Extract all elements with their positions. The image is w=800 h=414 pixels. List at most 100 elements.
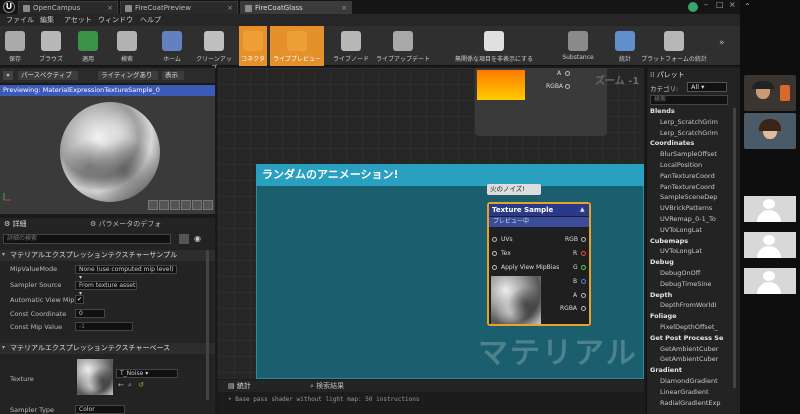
plane-preview-icon[interactable]	[170, 200, 180, 210]
output-pin-rgba[interactable]	[565, 84, 570, 89]
show-button[interactable]: 表示	[162, 71, 184, 80]
palette-item[interactable]: UVRemap_0-1_To	[660, 215, 740, 223]
palette-item[interactable]: LocalPosition	[660, 161, 740, 169]
tab-details[interactable]: ⚙ 詳細	[4, 219, 27, 229]
close-icon[interactable]: ×	[107, 2, 113, 14]
palette-category[interactable]: Depth	[650, 291, 672, 299]
const-mip-value-field[interactable]: -1	[75, 322, 133, 331]
home-button[interactable]: ホーム	[158, 26, 186, 66]
palette-item[interactable]: UVToLongLat	[660, 226, 740, 234]
hide-unrelated-button[interactable]: 無関係な項目を非表示にする	[438, 26, 550, 66]
mip-value-mode-select[interactable]: None (use computed mip level) ▾	[75, 265, 177, 281]
palette-item[interactable]: BlurSampleOffset	[660, 150, 740, 158]
palette-item[interactable]: UVToLongLat	[660, 247, 740, 255]
palette-category[interactable]: Coordinates	[650, 139, 694, 147]
menu-file[interactable]: ファイル	[6, 15, 34, 25]
viewport-options-icon[interactable]: ▾	[3, 71, 13, 80]
output-pin-rgba[interactable]	[581, 306, 586, 311]
automatic-view-mip-checkbox[interactable]: ✔	[75, 295, 84, 304]
cleanup-button[interactable]: クリーンアップ	[195, 26, 233, 72]
platform-stats-button[interactable]: プラットフォームの統計	[640, 26, 708, 66]
close-window-icon[interactable]: ×	[729, 0, 736, 9]
close-icon[interactable]: ×	[341, 2, 347, 14]
category-select[interactable]: All ▾	[687, 82, 727, 92]
palette-scrollbar[interactable]	[733, 108, 736, 388]
palette-search-input[interactable]: 検索	[650, 95, 728, 105]
palette-item[interactable]: DebugOnOff	[660, 269, 740, 277]
menu-help[interactable]: ヘルプ	[140, 15, 161, 25]
maximize-icon[interactable]: □	[716, 0, 724, 9]
tab-opencampus[interactable]: OpenCampus ×	[18, 1, 118, 14]
output-pin-a[interactable]	[565, 71, 570, 76]
palette-item[interactable]: DiamondGradient	[660, 377, 740, 385]
palette-category[interactable]: Gradient	[650, 366, 682, 374]
palette-item[interactable]: Lerp_ScratchGrim	[660, 118, 740, 126]
perspective-button[interactable]: パースペクティブ	[18, 71, 78, 80]
minimize-icon[interactable]: –	[704, 0, 708, 9]
palette-item[interactable]: PixelDepthOffset_	[660, 323, 740, 331]
participant-placeholder[interactable]	[744, 232, 796, 258]
palette-item[interactable]: SampleSceneDep	[660, 193, 740, 201]
use-selected-icon[interactable]: ←	[118, 381, 124, 389]
sphere-preview-icon[interactable]	[159, 200, 169, 210]
tab-search-results[interactable]: ⌕ 検索結果	[310, 381, 344, 391]
palette-item[interactable]: Lerp_ScratchGrim	[660, 129, 740, 137]
save-button[interactable]: 保存	[3, 26, 27, 66]
collapse-arrow-icon[interactable]: ▾	[2, 251, 5, 258]
tab-stats[interactable]: ▤ 統計	[228, 381, 251, 391]
menu-edit[interactable]: 編集	[40, 15, 54, 25]
details-scrollbar[interactable]	[206, 250, 209, 400]
cube-preview-icon[interactable]	[181, 200, 191, 210]
participant-placeholder[interactable]	[744, 268, 796, 294]
palette-item[interactable]: PanTextureCoord	[660, 172, 740, 180]
live-update-button[interactable]: ライブアップデート	[375, 26, 431, 66]
input-pin-uvs[interactable]	[492, 237, 497, 242]
tab-parameter-defaults[interactable]: ⚙ パラメータのデフォ	[90, 219, 161, 229]
const-coordinate-field[interactable]: 0	[75, 309, 105, 318]
palette-category[interactable]: Blends	[650, 107, 675, 115]
section-texture-base[interactable]: マテリアルエクスプレッションテクスチャーベース	[0, 343, 215, 354]
output-pin-r[interactable]	[581, 251, 586, 256]
browse-icon[interactable]: ⌕	[128, 381, 132, 390]
participant-video[interactable]	[744, 75, 796, 111]
palette-item[interactable]: DepthFromWorldI	[660, 301, 740, 309]
palette-item[interactable]: PanTextureCoord	[660, 183, 740, 191]
unreal-logo-icon[interactable]: U	[3, 1, 15, 13]
live-preview-button[interactable]: ライブプレビュー	[270, 26, 324, 66]
output-pin-a[interactable]	[581, 293, 586, 298]
user-avatar[interactable]	[688, 2, 698, 12]
texture-asset-select[interactable]: T_Noise ▾	[116, 369, 178, 378]
palette-item[interactable]: GetAmbientCuber	[660, 345, 740, 353]
palette-category[interactable]: Foliage	[650, 312, 677, 320]
connector-button[interactable]: コネクタ	[239, 26, 267, 66]
stats-button[interactable]: 統計	[614, 26, 636, 66]
output-pin-rgb[interactable]	[581, 237, 586, 242]
tab-firecoatpreview[interactable]: FireCoatPreview ×	[120, 1, 238, 14]
menu-window[interactable]: ウィンドウ	[98, 15, 133, 25]
palette-item[interactable]: UVBrickPatterns	[660, 204, 740, 212]
texture-thumbnail[interactable]	[77, 359, 113, 395]
output-pin-g[interactable]	[581, 265, 586, 270]
sampler-type-select[interactable]: Color	[75, 405, 125, 414]
apply-button[interactable]: 適用	[75, 26, 101, 66]
collapse-arrow-icon[interactable]: ▾	[2, 344, 5, 351]
eye-icon[interactable]: ◉	[194, 234, 201, 243]
browse-button[interactable]: ブラウズ	[34, 26, 68, 66]
mesh-preview-icon[interactable]	[192, 200, 202, 210]
teapot-preview-icon[interactable]	[203, 200, 213, 210]
node-comment-bubble[interactable]: 火のノイズ!	[487, 184, 541, 195]
palette-item[interactable]: LinearGradient	[660, 388, 740, 396]
palette-item[interactable]: RadialGradientExp	[660, 399, 740, 407]
participant-placeholder[interactable]	[744, 196, 796, 222]
output-pin-b[interactable]	[581, 279, 586, 284]
lighting-button[interactable]: ライティングあり	[98, 71, 158, 80]
substance-button[interactable]: Substance	[558, 26, 598, 66]
palette-item[interactable]: GetAmbientCuber	[660, 355, 740, 363]
tab-firecoatglass[interactable]: FireCoatGlass ×	[240, 1, 352, 14]
live-nodes-button[interactable]: ライブノード	[333, 26, 369, 66]
palette-category[interactable]: Debug	[650, 258, 674, 266]
menu-asset[interactable]: アセット	[64, 15, 92, 25]
input-pin-apply-view-mipbias[interactable]	[492, 265, 497, 270]
input-pin-tex[interactable]	[492, 251, 497, 256]
section-texture-sample[interactable]: マテリアルエクスプレッションテクスチャーサンプル	[0, 250, 215, 261]
